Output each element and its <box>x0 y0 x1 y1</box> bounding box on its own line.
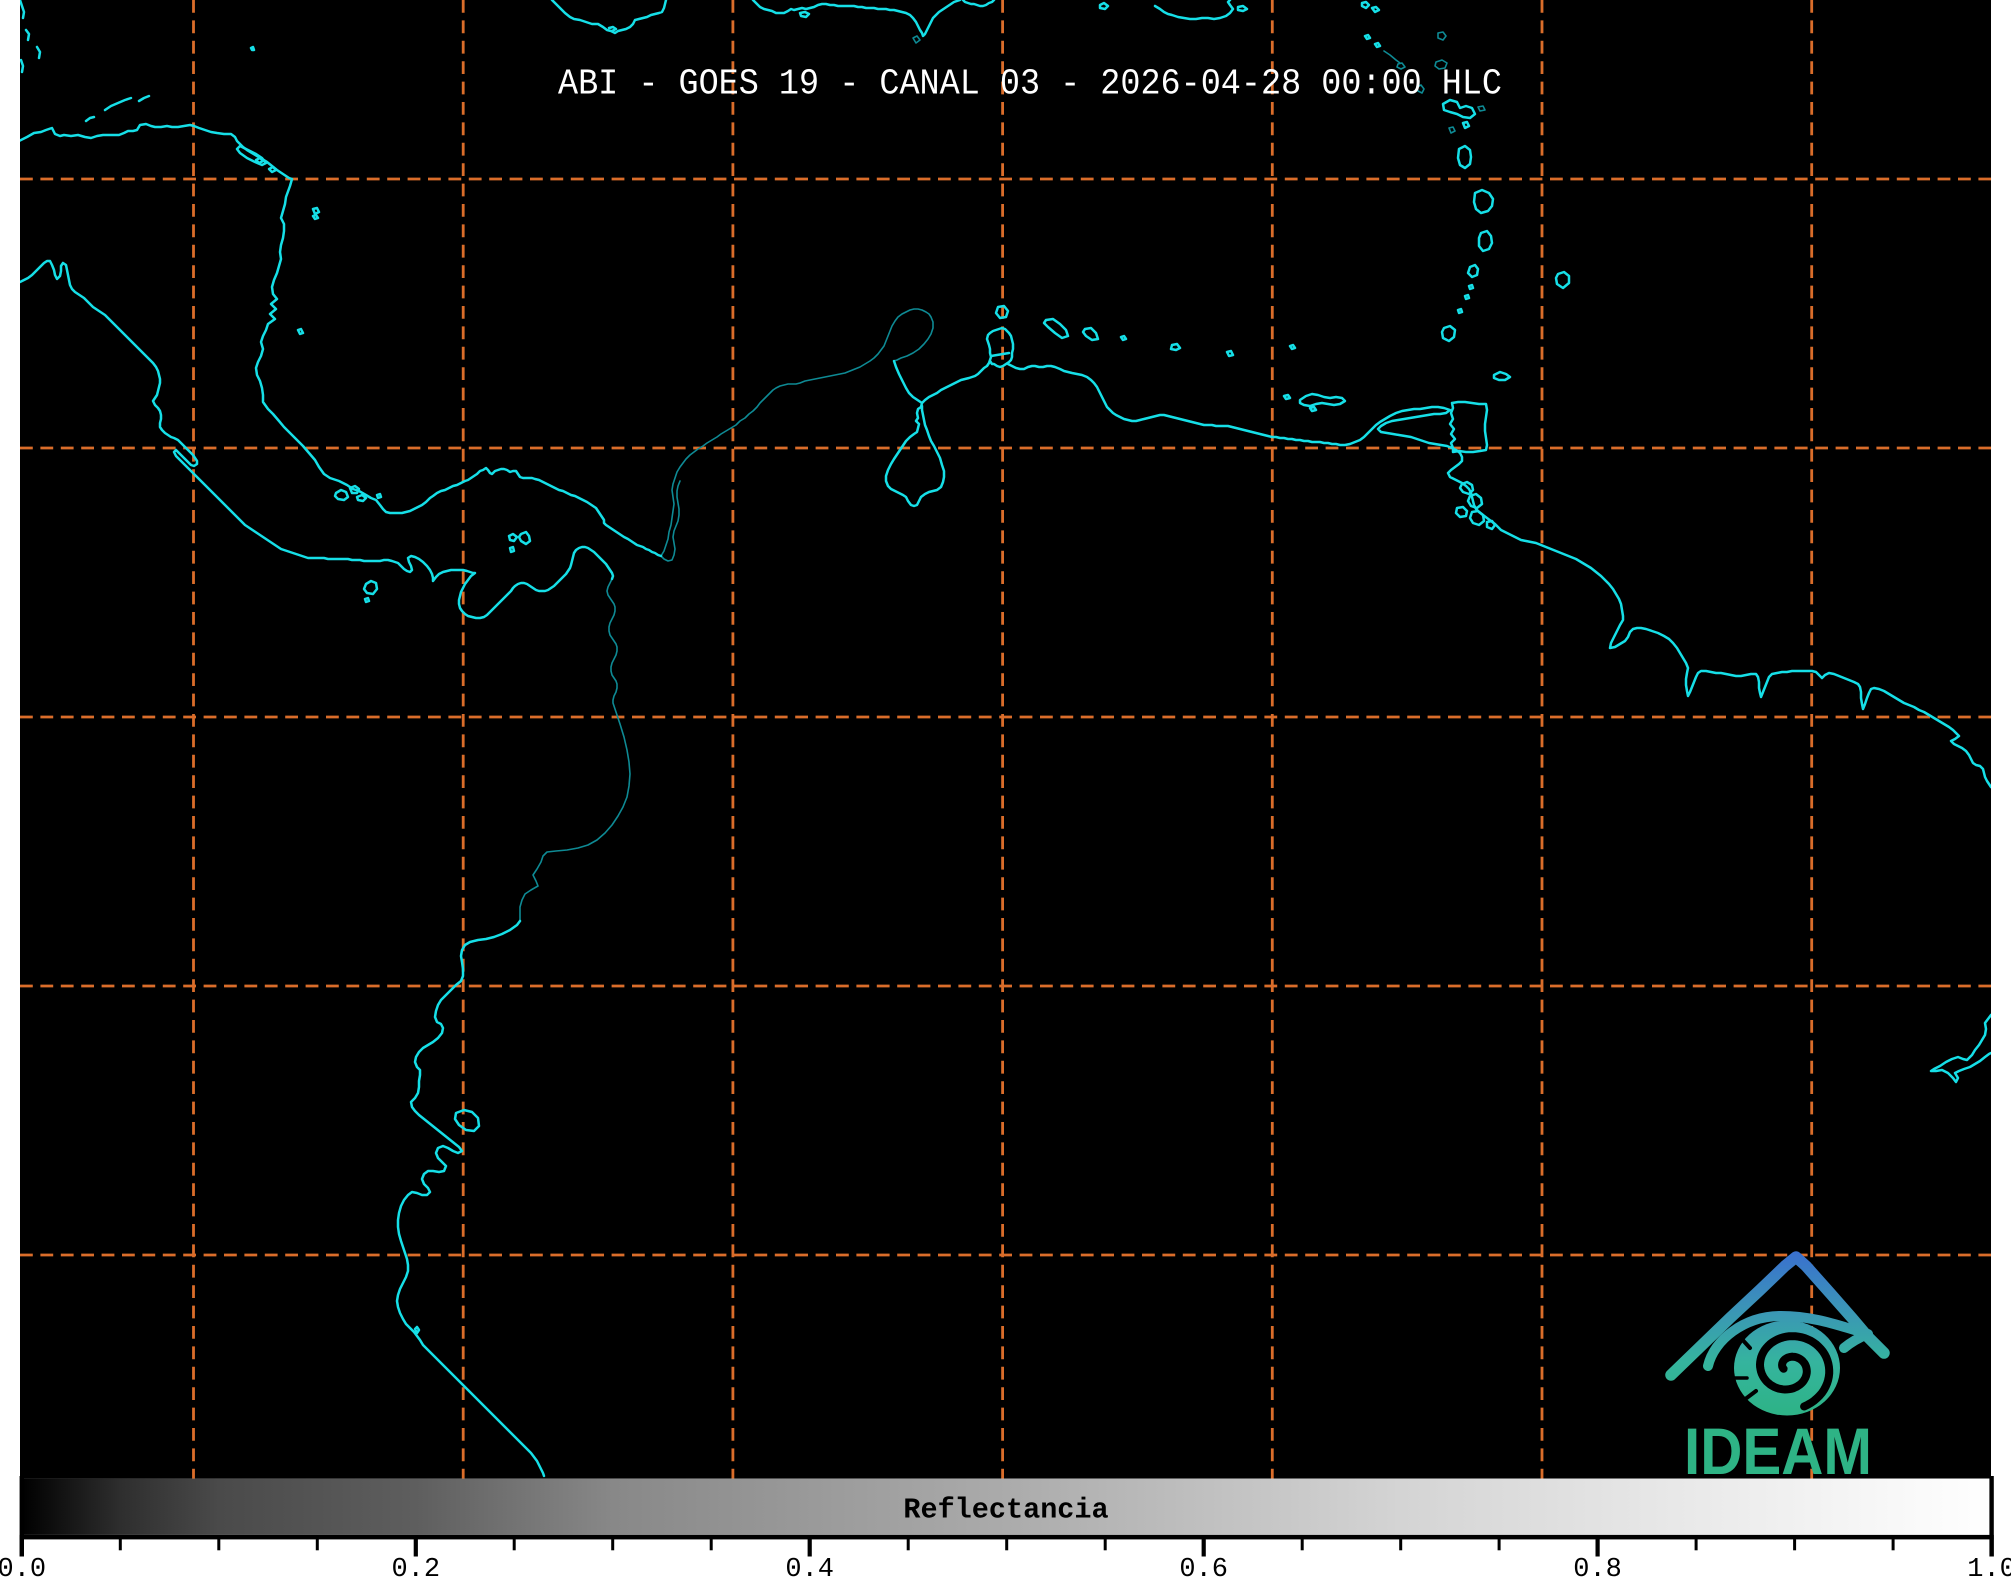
svg-text:0.4: 0.4 <box>785 1555 834 1577</box>
svg-text:ABI - GOES 19 - CANAL 03 - 202: ABI - GOES 19 - CANAL 03 - 2026-04-28 00… <box>558 64 1502 105</box>
svg-text:Reflectancia: Reflectancia <box>903 1494 1108 1527</box>
svg-text:0.2: 0.2 <box>391 1555 440 1577</box>
svg-text:IDEAM: IDEAM <box>1684 1414 1872 1488</box>
svg-text:0.6: 0.6 <box>1179 1555 1228 1577</box>
svg-text:0.0: 0.0 <box>0 1555 46 1577</box>
svg-text:1.0: 1.0 <box>1967 1555 2011 1577</box>
svg-text:0.8: 0.8 <box>1573 1555 1622 1577</box>
